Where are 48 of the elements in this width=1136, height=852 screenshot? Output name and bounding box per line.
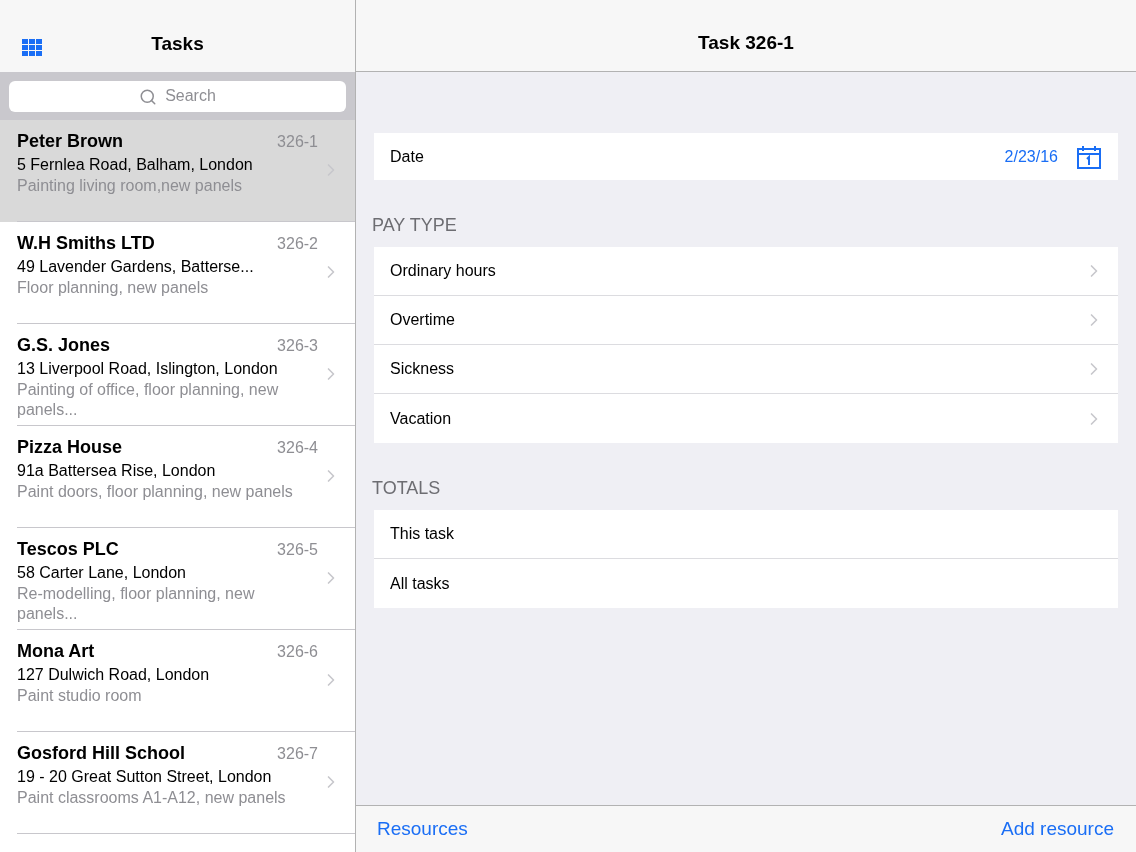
- task-number: 326-2: [277, 234, 318, 254]
- task-number: 326-3: [277, 336, 318, 356]
- task-description: Paint classrooms A1-A12, new panels: [17, 788, 287, 808]
- task-number: 326-5: [277, 540, 318, 560]
- task-number: 326-1: [277, 132, 318, 152]
- task-name: G.S. Jones: [17, 334, 111, 356]
- list-row[interactable]: Overtime: [374, 296, 1118, 345]
- task-name: Pizza House: [17, 436, 123, 458]
- grid-icon[interactable]: [22, 39, 42, 56]
- task-number: 326-4: [277, 438, 318, 458]
- task-address: 91a Battersea Rise, London: [17, 461, 217, 481]
- list-row-text: All tasks: [389, 573, 451, 594]
- task-address: 5 Fernlea Road, Balham, London: [17, 155, 254, 175]
- date-label: Date: [390, 146, 425, 167]
- task-number: 326-6: [277, 642, 318, 662]
- task-name: Gosford Hill School: [17, 742, 185, 764]
- task-description: Painting living room,new panels: [17, 176, 243, 196]
- task-description: Floor planning, new panels: [17, 278, 210, 298]
- task-description: Re-modelling, floor planning, new panels...: [17, 584, 256, 624]
- calendar-icon[interactable]: [1076, 144, 1102, 169]
- task-address: 49 Lavender Gardens, Batterse...: [17, 257, 255, 277]
- task-description: Painting of office, floor planning, new panels...: [17, 380, 280, 420]
- resources-button[interactable]: Resources: [377, 814, 468, 844]
- task-description: Paint doors, floor planning, new panels: [17, 482, 294, 502]
- task-address: 13 Liverpool Road, Islington, London: [17, 359, 279, 379]
- task-address: 58 Carter Lane, London: [17, 563, 187, 583]
- list-row: This task: [374, 510, 1118, 559]
- search-icon: [139, 87, 157, 106]
- section-header: TOTALS: [372, 477, 442, 500]
- task-name: Mona Art: [17, 640, 95, 662]
- list-row[interactable]: Sickness: [374, 345, 1118, 394]
- date-row[interactable]: Date 2/23/16: [374, 133, 1118, 180]
- detail-title: Task 326-1: [698, 30, 794, 55]
- task-description: Paint studio room: [17, 686, 143, 706]
- task-row[interactable]: Peter Brown 326-1 5 Fernlea Road, Balham, London Painting living room,new panels: [0, 120, 355, 222]
- list-row[interactable]: Ordinary hours: [374, 247, 1118, 296]
- search-field[interactable]: Search: [9, 80, 346, 112]
- task-address: 19 - 20 Great Sutton Street, London: [17, 767, 273, 787]
- add-resource-button[interactable]: Add resource: [1001, 814, 1114, 844]
- task-name: W.H Smiths LTD: [17, 232, 155, 254]
- list-row[interactable]: Vacation: [374, 394, 1118, 443]
- task-name: Tescos PLC: [17, 538, 119, 560]
- sidebar-title: Tasks: [151, 31, 204, 56]
- date-value: 2/23/16: [1004, 146, 1058, 167]
- task-address: 127 Dulwich Road, London: [17, 665, 211, 685]
- task-number: 326-7: [277, 744, 318, 764]
- task-name: Peter Brown: [17, 130, 124, 152]
- section-header: PAY TYPE: [372, 214, 458, 237]
